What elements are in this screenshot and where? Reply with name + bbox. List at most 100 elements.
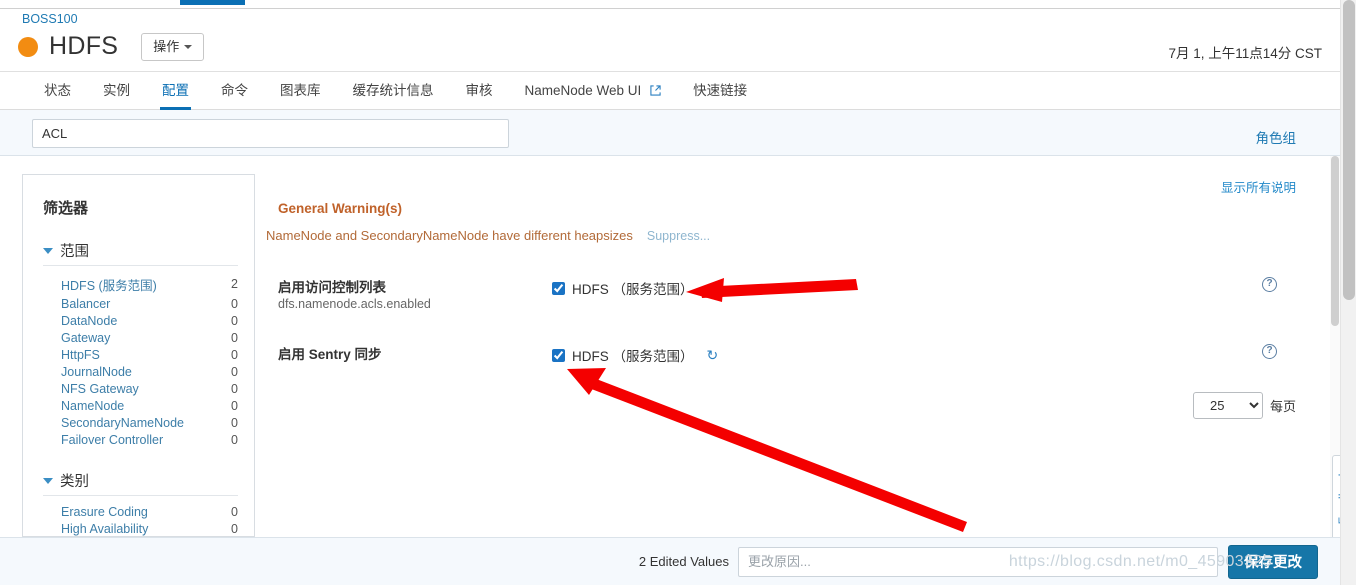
config-main-column: 显示所有说明 General Warning(s) NameNode and S… — [266, 156, 1340, 537]
active-tab-indicator — [180, 0, 245, 5]
filter-item-count: 2 — [231, 277, 238, 291]
tab-namenode-web-ui[interactable]: NameNode Web UI — [509, 72, 678, 110]
external-link-icon — [650, 85, 661, 96]
filter-item-label: HttpFS — [61, 347, 100, 362]
per-page-select[interactable]: 25 50 100 — [1192, 392, 1263, 419]
config-scope-label: HDFS （服务范围） — [572, 282, 694, 297]
service-header: BOSS100 HDFS 操作 7月 1, 上午11点14分 CST — [0, 10, 1340, 72]
service-nav: 状态 实例 配置 命令 图表库 缓存统计信息 审核 NameNode Web U… — [0, 72, 1340, 110]
filter-item-label: High Availability — [61, 521, 149, 536]
filter-item-label: SecondaryNameNode — [61, 415, 184, 430]
sentry-sync-checkbox[interactable] — [552, 348, 565, 362]
filter-item[interactable]: HDFS (服务范围) 2 — [43, 273, 238, 295]
filter-group-scope-header[interactable]: 范围 — [43, 240, 238, 266]
filter-item-label: Gateway — [61, 330, 111, 345]
filter-item[interactable]: HttpFS 0 — [43, 346, 238, 363]
tab-label: 图表库 — [280, 83, 321, 98]
filter-item-label: JournalNode — [61, 364, 132, 379]
tab-status[interactable]: 状态 — [28, 72, 87, 110]
tab-instances[interactable]: 实例 — [87, 72, 146, 110]
help-circle-icon[interactable]: ? — [1262, 277, 1277, 292]
tab-label: 状态 — [44, 83, 71, 98]
filter-item-label: Balancer — [61, 296, 111, 311]
tab-charts-library[interactable]: 图表库 — [264, 72, 337, 110]
filter-group-label: 范围 — [60, 244, 89, 260]
undo-icon[interactable]: ↻ — [707, 347, 719, 364]
tab-audits[interactable]: 审核 — [450, 72, 509, 110]
filter-item-count: 0 — [231, 504, 238, 519]
filter-item[interactable]: NFS Gateway 0 — [43, 380, 238, 397]
config-label: 启用访问控制列表 — [278, 280, 386, 295]
filter-item-count: 0 — [231, 381, 238, 396]
warning-message: NameNode and SecondaryNameNode have diff… — [266, 228, 633, 243]
page-root: BOSS100 HDFS 操作 7月 1, 上午11点14分 CST 状态 实例… — [0, 0, 1356, 585]
filter-item-count: 0 — [231, 415, 238, 430]
chevron-down-icon — [184, 45, 193, 50]
save-changes-button[interactable]: 保存更改 — [1228, 544, 1318, 579]
filter-item-count: 0 — [231, 398, 238, 413]
filter-group-category: 类别 Erasure Coding 0 High Availability 0 — [23, 470, 254, 537]
filter-item[interactable]: SecondaryNameNode 0 — [43, 414, 238, 431]
tab-label: 缓存统计信息 — [352, 83, 434, 98]
nav-tab-list: 状态 实例 配置 命令 图表库 缓存统计信息 审核 NameNode Web U… — [0, 72, 1340, 110]
service-title-row: HDFS 操作 — [18, 32, 205, 61]
tab-label: 配置 — [162, 83, 189, 98]
edited-values-count: 2 Edited Values — [638, 554, 729, 569]
role-group-link[interactable]: 角色组 — [1256, 127, 1297, 147]
config-label: 启用 Sentry 同步 — [278, 347, 382, 362]
filter-item[interactable]: JournalNode 0 — [43, 363, 238, 380]
filters-panel: 筛选器 范围 HDFS (服务范围) 2 Balancer 0 DataNode 0 … — [22, 174, 255, 537]
per-page-control: 25 50 100 每页 — [1192, 392, 1296, 419]
per-page-label: 每页 — [1269, 399, 1296, 414]
filter-item[interactable]: Gateway 0 — [43, 329, 238, 346]
general-warnings-heading: General Warning(s) — [278, 201, 403, 216]
config-property-name: dfs.namenode.acls.enabled — [278, 297, 431, 311]
filter-item-label: Failover Controller — [61, 432, 164, 447]
config-value-group: HDFS （服务范围） ↻ — [552, 345, 718, 365]
filters-title: 筛选器 — [43, 200, 89, 217]
filter-item-count: 0 — [231, 364, 238, 379]
general-warning-row: NameNode and SecondaryNameNode have diff… — [266, 228, 710, 243]
save-bar: 2 Edited Values 保存更改 — [0, 537, 1340, 585]
content-scrollbar-thumb[interactable] — [1331, 156, 1339, 326]
show-all-descriptions-link[interactable]: 显示所有说明 — [1221, 177, 1296, 196]
filter-item[interactable]: DataNode 0 — [43, 312, 238, 329]
breadcrumb-cluster[interactable]: BOSS100 — [22, 12, 78, 26]
chevron-down-icon — [43, 247, 53, 254]
page-scrollbar-thumb[interactable] — [1343, 0, 1355, 300]
page-scrollbar[interactable] — [1340, 0, 1356, 585]
filter-item-label: DataNode — [61, 313, 118, 328]
actions-button[interactable]: 操作 — [141, 32, 205, 61]
filter-item-label: HDFS (服务范围) — [61, 278, 157, 293]
tab-commands[interactable]: 命令 — [205, 72, 264, 110]
config-body: 筛选器 范围 HDFS (服务范围) 2 Balancer 0 DataNode 0 … — [0, 156, 1340, 537]
server-clock: 7月 1, 上午11点14分 CST — [1168, 46, 1322, 61]
filter-item[interactable]: Erasure Coding 0 — [43, 503, 238, 520]
tab-label: 实例 — [103, 83, 130, 98]
filter-item-label: NFS Gateway — [61, 381, 139, 396]
filter-item[interactable]: NameNode 0 — [43, 397, 238, 414]
change-reason-input[interactable] — [738, 546, 1218, 577]
filter-item[interactable]: Failover Controller 0 — [43, 431, 238, 448]
help-circle-icon[interactable]: ? — [1262, 344, 1277, 359]
top-indicator-strip — [0, 0, 1340, 9]
page-title: HDFS — [49, 32, 119, 60]
filter-item-label: Erasure Coding — [61, 504, 148, 519]
filter-group-category-list: Erasure Coding 0 High Availability 0 — [43, 503, 238, 537]
acls-enabled-checkbox[interactable] — [552, 281, 565, 295]
filter-item-count: 0 — [231, 330, 238, 345]
filter-group-label: 类别 — [60, 474, 89, 490]
filter-item[interactable]: High Availability 0 — [43, 520, 238, 537]
config-search-strip: 角色组 — [0, 110, 1340, 156]
filter-item[interactable]: Balancer 0 — [43, 295, 238, 312]
filter-item-label: NameNode — [61, 398, 125, 413]
search-input[interactable] — [32, 119, 509, 148]
tab-configuration[interactable]: 配置 — [146, 72, 205, 110]
filter-item-count: 0 — [231, 296, 238, 311]
filter-group-category-header[interactable]: 类别 — [43, 470, 238, 496]
suppress-link[interactable]: Suppress... — [647, 229, 710, 243]
actions-button-label: 操作 — [153, 38, 180, 54]
tab-quick-links[interactable]: 快速链接 — [677, 72, 769, 110]
tab-cache-statistics[interactable]: 缓存统计信息 — [337, 72, 450, 110]
chevron-down-icon — [43, 477, 53, 484]
